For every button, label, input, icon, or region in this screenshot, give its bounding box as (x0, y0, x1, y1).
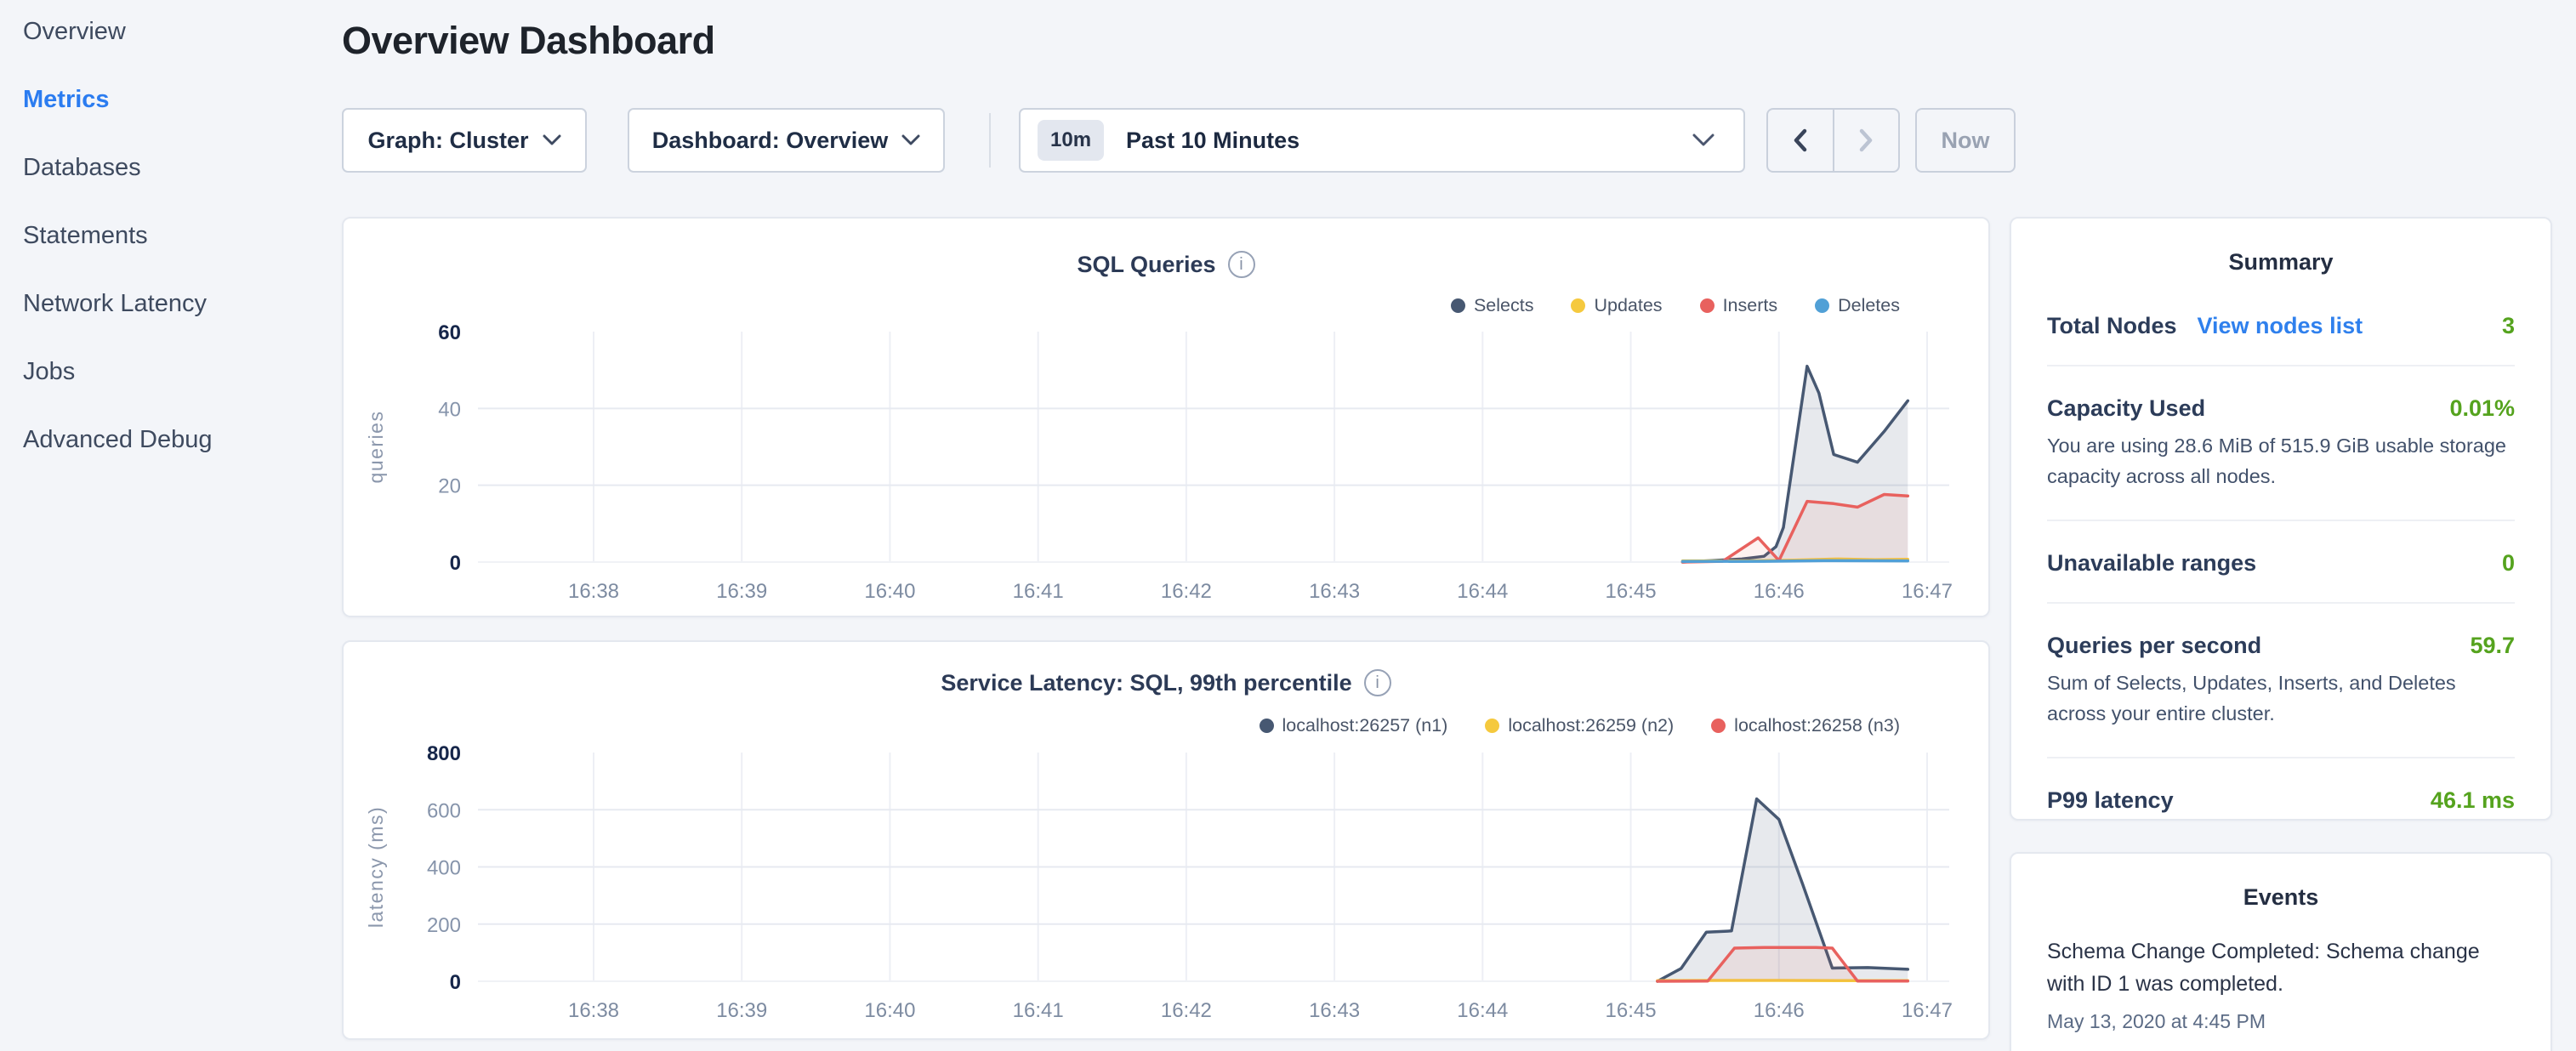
chevron-down-icon (901, 134, 920, 146)
sql-queries-chart[interactable]: 16:38 16:39 16:40 16:41 16:42 16:43 16:44 16:45… (344, 219, 1992, 619)
svg-text:16:45: 16:45 (1606, 580, 1657, 603)
summary-row-p99-latency: P99 latency 46.1 ms (2047, 758, 2515, 839)
svg-text:16:44: 16:44 (1457, 999, 1508, 1022)
events-title: Events (2011, 854, 2550, 911)
svg-text:0: 0 (450, 552, 461, 575)
unavailable-ranges-label: Unavailable ranges (2047, 550, 2256, 577)
svg-text:16:42: 16:42 (1161, 580, 1212, 603)
svg-text:16:40: 16:40 (864, 580, 915, 603)
summary-row-capacity: Capacity Used 0.01% (2047, 366, 2515, 430)
svg-text:16:43: 16:43 (1309, 999, 1360, 1022)
time-step-buttons (1766, 108, 1900, 173)
prev-time-button[interactable] (1768, 110, 1834, 171)
svg-text:800: 800 (427, 742, 461, 765)
sql-queries-chart-card: SQL Queries SelectsUpdatesInsertsDeletes… (342, 217, 1990, 617)
svg-text:16:45: 16:45 (1606, 999, 1657, 1022)
now-button[interactable]: Now (1915, 108, 2016, 173)
svg-text:16:39: 16:39 (716, 999, 767, 1022)
events-panel: Events Schema Change Completed: Schema c… (2010, 852, 2552, 1051)
svg-text:600: 600 (427, 799, 461, 822)
sidebar-item-databases[interactable]: Databases (23, 154, 141, 182)
svg-text:16:47: 16:47 (1902, 580, 1953, 603)
chevron-down-icon (543, 134, 561, 146)
sidebar: Overview Metrics Databases Statements Ne… (0, 0, 340, 1051)
sidebar-item-overview[interactable]: Overview (23, 18, 126, 46)
event-timestamp: May 13, 2020 at 4:45 PM (2047, 1010, 2515, 1033)
svg-text:16:41: 16:41 (1013, 580, 1064, 603)
capacity-used-note: You are using 28.6 MiB of 515.9 GiB usab… (2047, 430, 2515, 520)
sidebar-item-statements[interactable]: Statements (23, 222, 148, 250)
chevron-left-icon (1792, 128, 1809, 152)
toolbar-divider (989, 113, 991, 168)
svg-text:60: 60 (438, 321, 461, 344)
svg-text:16:46: 16:46 (1754, 999, 1805, 1022)
svg-text:16:38: 16:38 (568, 999, 619, 1022)
svg-text:16:38: 16:38 (568, 580, 619, 603)
capacity-used-value: 0.01% (2449, 395, 2515, 422)
svg-text:400: 400 (427, 857, 461, 880)
svg-text:16:47: 16:47 (1902, 999, 1953, 1022)
view-nodes-list-link[interactable]: View nodes list (2198, 313, 2363, 339)
service-latency-chart-card: Service Latency: SQL, 99th percentile lo… (342, 640, 1990, 1040)
p99-latency-value: 46.1 ms (2431, 787, 2515, 814)
qps-note: Sum of Selects, Updates, Inserts, and De… (2047, 668, 2515, 757)
sidebar-item-network-latency[interactable]: Network Latency (23, 290, 207, 318)
chevron-right-icon (1857, 128, 1874, 152)
qps-label: Queries per second (2047, 633, 2261, 659)
svg-text:0: 0 (450, 971, 461, 994)
graph-dropdown[interactable]: Graph: Cluster (342, 108, 587, 173)
sidebar-item-advanced-debug[interactable]: Advanced Debug (23, 426, 213, 454)
sidebar-item-metrics[interactable]: Metrics (23, 86, 110, 114)
svg-text:16:42: 16:42 (1161, 999, 1212, 1022)
svg-text:40: 40 (438, 398, 461, 421)
summary-row-total-nodes: Total Nodes View nodes list 3 (2047, 284, 2515, 365)
svg-text:16:41: 16:41 (1013, 999, 1064, 1022)
dashboard-dropdown[interactable]: Dashboard: Overview (628, 108, 945, 173)
svg-text:16:43: 16:43 (1309, 580, 1360, 603)
svg-text:16:39: 16:39 (716, 580, 767, 603)
time-range-label: Past 10 Minutes (1126, 128, 1692, 154)
event-text: Schema Change Completed: Schema change w… (2047, 936, 2515, 1000)
svg-text:16:44: 16:44 (1457, 580, 1508, 603)
svg-text:16:40: 16:40 (864, 999, 915, 1022)
total-nodes-value: 3 (2502, 313, 2515, 339)
svg-text:latency (ms): latency (ms) (365, 806, 387, 928)
next-time-button[interactable] (1834, 110, 1899, 171)
svg-text:16:46: 16:46 (1754, 580, 1805, 603)
p99-latency-label: P99 latency (2047, 787, 2174, 814)
service-latency-chart[interactable]: 16:38 16:39 16:40 16:41 16:42 16:43 16:44 16:45… (344, 642, 1992, 1042)
summary-panel: Summary Total Nodes View nodes list 3 Ca… (2010, 217, 2552, 821)
sidebar-item-jobs[interactable]: Jobs (23, 358, 75, 386)
capacity-used-label: Capacity Used (2047, 395, 2205, 422)
chevron-down-icon (1692, 134, 1714, 147)
svg-text:20: 20 (438, 475, 461, 498)
time-range-badge: 10m (1038, 120, 1104, 161)
unavailable-ranges-value: 0 (2502, 550, 2515, 577)
page-title: Overview Dashboard (342, 19, 715, 63)
total-nodes-label: Total Nodes (2047, 313, 2177, 339)
svg-text:queries: queries (365, 411, 387, 484)
summary-row-unavailable-ranges: Unavailable ranges 0 (2047, 521, 2515, 602)
event-item: Schema Change Completed: Schema change w… (2011, 911, 2550, 1033)
qps-value: 59.7 (2470, 633, 2515, 659)
time-range-selector[interactable]: 10m Past 10 Minutes (1019, 108, 1745, 173)
dashboard-dropdown-label: Dashboard: Overview (652, 128, 889, 154)
svg-text:200: 200 (427, 914, 461, 937)
graph-dropdown-label: Graph: Cluster (367, 128, 528, 154)
summary-row-qps: Queries per second 59.7 (2047, 604, 2515, 668)
summary-title: Summary (2011, 219, 2550, 276)
